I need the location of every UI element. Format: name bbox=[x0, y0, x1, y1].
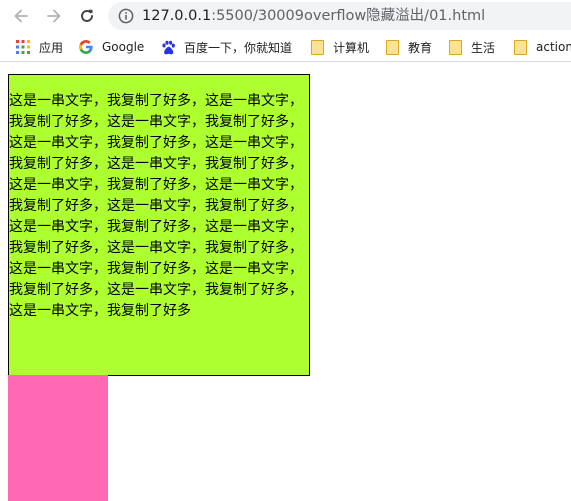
overflow-demo-box: 这是一串文字，我复制了好多，这是一串文字，我复制了好多，这是一串文字，我复制了好… bbox=[8, 74, 310, 376]
reload-button[interactable] bbox=[75, 4, 99, 28]
address-bar[interactable]: 127.0.0.1:5500/30009overflow隐藏溢出/01.html bbox=[108, 2, 571, 30]
apps-grid-icon bbox=[15, 39, 31, 55]
overflow-text: 这是一串文字，我复制了好多，这是一串文字，我复制了好多，这是一串文字，我复制了好… bbox=[9, 93, 303, 319]
bookmark-label: 教育 bbox=[408, 40, 433, 55]
folder-icon bbox=[447, 39, 463, 55]
overflow-clip-area: 这是一串文字，我复制了好多，这是一串文字，我复制了好多，这是一串文字，我复制了好… bbox=[9, 75, 309, 375]
url-path: :5500/30009overflow隐藏溢出/01.html bbox=[211, 8, 486, 24]
bookmark-folder-education[interactable]: 教育 bbox=[384, 38, 432, 56]
forward-arrow-icon bbox=[47, 9, 61, 23]
baidu-paw-icon bbox=[160, 39, 176, 55]
bookmark-folder-computer[interactable]: 计算机 bbox=[309, 38, 369, 56]
url-text[interactable]: 127.0.0.1:5500/30009overflow隐藏溢出/01.html bbox=[142, 2, 485, 30]
reload-icon bbox=[81, 9, 93, 22]
bookmark-label: 应用 bbox=[39, 40, 64, 55]
bookmark-label: Google bbox=[102, 40, 145, 54]
bookmarks-bar: 应用 Google 百度一下，你就知道 计算机 教育 生活 action bbox=[0, 33, 571, 62]
folder-icon bbox=[512, 39, 528, 55]
bookmark-google[interactable]: Google bbox=[78, 38, 144, 56]
pink-block bbox=[8, 375, 108, 501]
bookmark-label: 百度一下，你就知道 bbox=[184, 40, 293, 55]
url-host: 127.0.0.1 bbox=[142, 8, 212, 24]
bookmark-baidu[interactable]: 百度一下，你就知道 bbox=[160, 38, 292, 56]
back-button[interactable] bbox=[9, 4, 33, 28]
bookmark-label: action bbox=[536, 40, 571, 54]
folder-icon bbox=[309, 39, 325, 55]
bookmark-label: 生活 bbox=[471, 40, 496, 55]
bookmark-apps[interactable]: 应用 bbox=[15, 38, 63, 56]
browser-toolbar: 127.0.0.1:5500/30009overflow隐藏溢出/01.html bbox=[0, 0, 571, 32]
folder-icon bbox=[384, 39, 400, 55]
bookmark-folder-life[interactable]: 生活 bbox=[447, 38, 495, 56]
info-icon[interactable] bbox=[118, 8, 134, 24]
bookmark-folder-action[interactable]: action bbox=[512, 38, 571, 56]
bookmark-label: 计算机 bbox=[333, 40, 370, 55]
forward-button[interactable] bbox=[42, 4, 66, 28]
google-icon bbox=[78, 39, 94, 55]
back-arrow-icon bbox=[14, 9, 28, 23]
